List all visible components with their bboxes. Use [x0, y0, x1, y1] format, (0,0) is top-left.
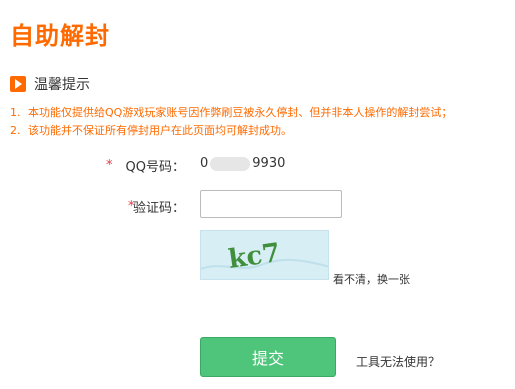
tip-title: 温馨提示	[34, 77, 90, 93]
captcha-graphic: kc7	[201, 238, 328, 275]
note-text: 该功能并不保证所有停封用户在此页面均可解封成功。	[28, 124, 292, 137]
required-mark: *	[106, 158, 113, 173]
qq-label: QQ号码：	[125, 160, 185, 175]
captcha-text: kc7	[227, 238, 283, 275]
qq-prefix: 0	[200, 156, 209, 171]
tool-help-link[interactable]: 工具无法使用？	[356, 353, 440, 370]
notes-list: 1. 本功能仅提供给QQ游戏玩家账号因作弊刷豆被永久停封、但并非本人操作的解封尝…	[10, 104, 452, 140]
play-arrow-icon	[10, 76, 26, 92]
refresh-captcha-link[interactable]: 看不清，换一张	[333, 271, 410, 287]
captcha-input[interactable]	[200, 190, 342, 218]
tip-header: 温馨提示	[10, 74, 90, 94]
note-item: 1. 本功能仅提供给QQ游戏玩家账号因作弊刷豆被永久停封、但并非本人操作的解封尝…	[10, 104, 452, 122]
qq-number: 0 9930	[200, 156, 285, 171]
note-number: 1.	[10, 106, 21, 119]
page-title: 自助解封	[10, 22, 110, 50]
note-number: 2.	[10, 124, 21, 137]
captcha-image[interactable]: kc7	[200, 230, 329, 280]
note-item: 2. 该功能并不保证所有停封用户在此页面均可解封成功。	[10, 122, 452, 140]
qq-suffix: 9930	[252, 156, 286, 171]
privacy-mask	[210, 156, 251, 171]
submit-button[interactable]: 提交	[200, 337, 336, 377]
note-text: 本功能仅提供给QQ游戏玩家账号因作弊刷豆被永久停封、但并非本人操作的解封尝试；	[28, 106, 453, 119]
captcha-label: 验证码：	[132, 201, 185, 216]
